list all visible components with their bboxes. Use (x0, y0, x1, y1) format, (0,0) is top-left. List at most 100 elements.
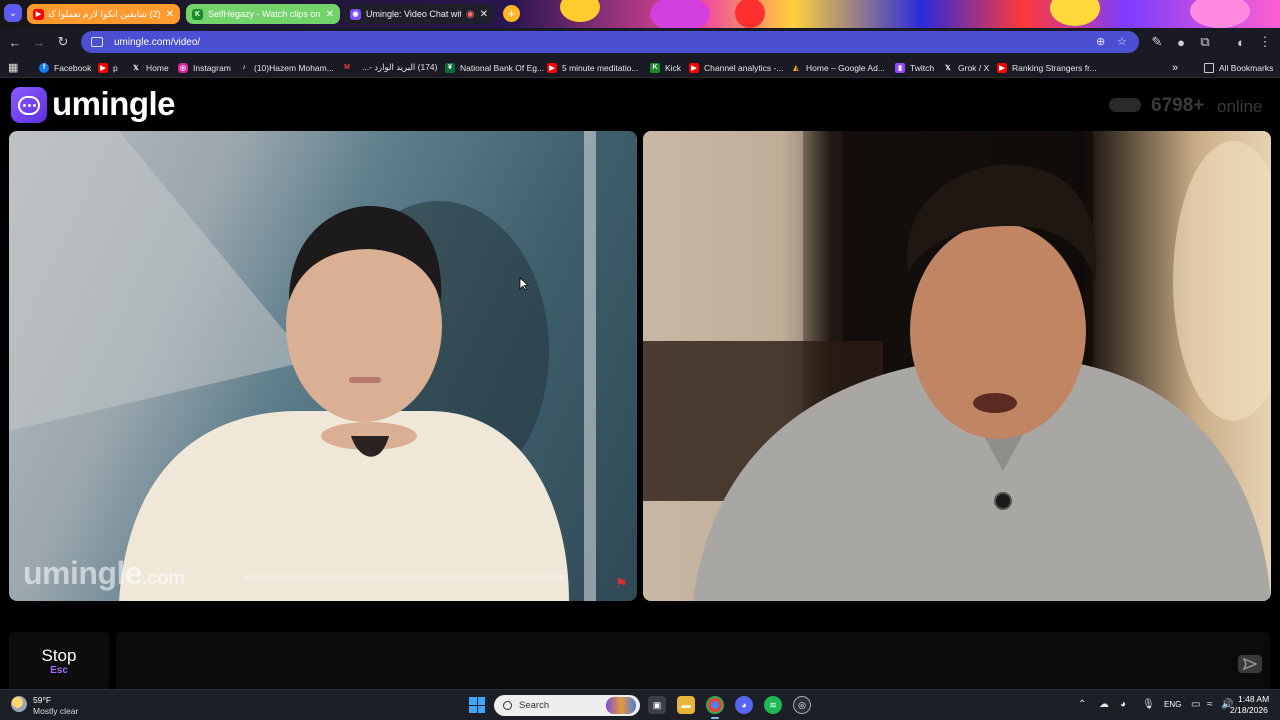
bookmark-facebook[interactable]: f Facebook (39, 61, 91, 74)
tray-overflow-icon[interactable]: ⌃ (1078, 699, 1086, 710)
windows-start-icon[interactable] (469, 697, 485, 713)
wifi-icon[interactable]: ≈ (1207, 699, 1213, 710)
report-icon[interactable]: ⚑ (615, 576, 631, 590)
youtube-icon: ▶ (997, 62, 1007, 73)
background-decoration (560, 0, 600, 22)
clock-time[interactable]: 1:48 AM (1238, 694, 1269, 704)
tab-youtube[interactable]: ▶ (2) شايفين انكوا لازم تعملوا كدا ✕ (27, 4, 180, 24)
online-count: 6798+ (1151, 95, 1205, 116)
umingle-logo-icon[interactable] (11, 87, 47, 123)
google-ads-icon: ◭ (793, 64, 799, 72)
bookmark-kick[interactable]: K Kick (650, 61, 681, 74)
close-icon[interactable]: ✕ (480, 9, 488, 20)
bookmark-grok[interactable]: 𝕏 Grok / X (943, 61, 989, 74)
chevron-down-icon: ⌄ (8, 7, 18, 19)
umingle-icon: ◉ (350, 8, 361, 20)
bookmark-channel-analytics[interactable]: ▶ Channel analytics -... (689, 61, 783, 74)
bookmark-star-icon[interactable]: ☆ (1117, 35, 1127, 48)
microphone-icon[interactable]: 🎙 (1142, 699, 1155, 710)
bookmark-gmail[interactable]: M (342, 61, 357, 74)
brand-logo-text[interactable]: umingle (52, 85, 176, 123)
site-info-icon[interactable] (91, 37, 103, 47)
more-menu-icon[interactable]: ⋮ (1257, 34, 1273, 50)
tab-title: (2) شايفين انكوا لازم تعملوا كدا (49, 8, 161, 19)
close-icon[interactable]: ✕ (166, 9, 174, 20)
youtube-icon: ▶ (98, 62, 108, 73)
extension-pin-icon[interactable]: ✎ (1149, 34, 1165, 50)
online-label: online (1217, 97, 1263, 116)
mouse-cursor-icon (519, 277, 529, 291)
task-view-icon[interactable]: ▣ (648, 696, 666, 714)
recording-indicator-icon: ◉ (465, 8, 475, 20)
stop-shortcut-hint: Esc (50, 665, 68, 676)
bookmark-p[interactable]: ▶ p (98, 61, 118, 74)
file-explorer-icon[interactable]: ▬ (677, 696, 695, 714)
folder-icon (1204, 62, 1214, 73)
bookmark-tiktok[interactable]: ♪ (10)Hazem Moham... (239, 61, 334, 74)
x-icon: 𝕏 (945, 64, 951, 72)
search-icon (503, 701, 512, 710)
tab-kick[interactable]: K SelfHegazy - Watch clips on Kick ✕ (186, 4, 340, 24)
stop-label: Stop (41, 646, 77, 665)
bookmark-meditation[interactable]: ▶ 5 minute meditatio... (547, 61, 639, 74)
self-video (643, 131, 1271, 601)
bookmark-instagram[interactable]: ◎ Instagram (178, 61, 231, 74)
bookmark-outlook[interactable]: (174) البريد الوارد -... (362, 61, 438, 74)
windows-taskbar: 59°F Mostly clear Search ▣ ▬ ◕ ≋ ◎ ⌃ ☁ ◕… (0, 689, 1280, 720)
bookmark-google-ads[interactable]: ◭ Home – Google Ad... (791, 61, 885, 74)
onedrive-icon[interactable]: ☁ (1099, 699, 1109, 710)
stranger-video-frame (9, 131, 596, 601)
send-button[interactable] (1238, 655, 1262, 673)
forward-arrow-icon[interactable]: → (31, 34, 47, 50)
extensions-puzzle-icon[interactable]: ⧉ (1197, 34, 1213, 50)
kick-icon: K (650, 62, 660, 73)
bookmark-twitch[interactable]: ▮ Twitch (895, 61, 934, 74)
x-icon: 𝕏 (133, 64, 139, 72)
new-tab-button[interactable]: + (503, 5, 520, 22)
zoom-icon[interactable]: ⊕ (1096, 35, 1105, 48)
clock-date[interactable]: 2/18/2026 (1230, 705, 1268, 715)
all-bookmarks-folder[interactable]: All Bookmarks (1204, 61, 1273, 74)
url-text[interactable]: umingle.com/video/ (114, 37, 200, 48)
profile-avatar-icon[interactable]: ◐ (1233, 34, 1249, 50)
app-icon[interactable]: ◎ (793, 696, 811, 714)
close-icon[interactable]: ✕ (326, 9, 334, 20)
weather-description[interactable]: Mostly clear (33, 706, 78, 716)
youtube-icon: ▶ (547, 62, 557, 73)
background-decoration (1190, 0, 1250, 28)
bookmark-national-bank[interactable]: ¥ National Bank Of Eg... (445, 61, 544, 74)
bookmarks-overflow-icon[interactable]: » (1172, 61, 1178, 74)
tab-umingle[interactable]: ◉ Umingle: Video Chat with S ◉ ✕ (344, 4, 494, 24)
taskbar-search[interactable]: Search (494, 695, 640, 716)
background-decoration (650, 0, 710, 28)
bank-icon: ¥ (445, 62, 455, 73)
back-arrow-icon[interactable]: ← (7, 34, 23, 50)
browser-tab-strip: ⌄ ▶ (2) شايفين انكوا لازم تعملوا كدا ✕ K… (0, 0, 1280, 28)
discord-icon[interactable]: ◕ (735, 696, 753, 714)
send-arrow-icon (1243, 658, 1257, 670)
weather-moon-icon[interactable] (11, 696, 27, 712)
bookmark-ranking-strangers[interactable]: ▶ Ranking Strangers fr... (997, 61, 1097, 74)
stop-button[interactable]: Stop Esc (9, 632, 109, 690)
background-decoration (1050, 0, 1100, 26)
chat-bubble-icon (18, 95, 40, 115)
chrome-icon[interactable] (706, 696, 724, 719)
address-bar[interactable]: umingle.com/video/ ⊕ ☆ (81, 31, 1139, 53)
discord-tray-icon[interactable]: ◕ (1120, 699, 1126, 710)
monitor-icon[interactable]: ▭ (1191, 699, 1200, 710)
tab-search-button[interactable]: ⌄ (4, 4, 22, 22)
bookmark-home[interactable]: 𝕏 Home (131, 61, 169, 74)
plus-icon: + (507, 6, 516, 21)
chat-message-input[interactable] (116, 632, 1270, 690)
input-language[interactable]: ENG (1164, 700, 1181, 709)
reload-icon[interactable]: ↻ (55, 34, 71, 50)
twitch-icon: ▮ (895, 62, 905, 73)
facebook-icon: f (39, 62, 49, 73)
tab-title: SelfHegazy - Watch clips on Kick (208, 9, 321, 19)
extension-icon[interactable]: ● (1173, 34, 1189, 50)
weather-temperature[interactable]: 59°F (33, 695, 51, 705)
tiktok-icon: ♪ (242, 64, 246, 71)
apps-grid-icon[interactable]: ▦ (8, 61, 18, 74)
spotify-icon[interactable]: ≋ (764, 696, 782, 714)
search-highlight-art (606, 697, 636, 714)
